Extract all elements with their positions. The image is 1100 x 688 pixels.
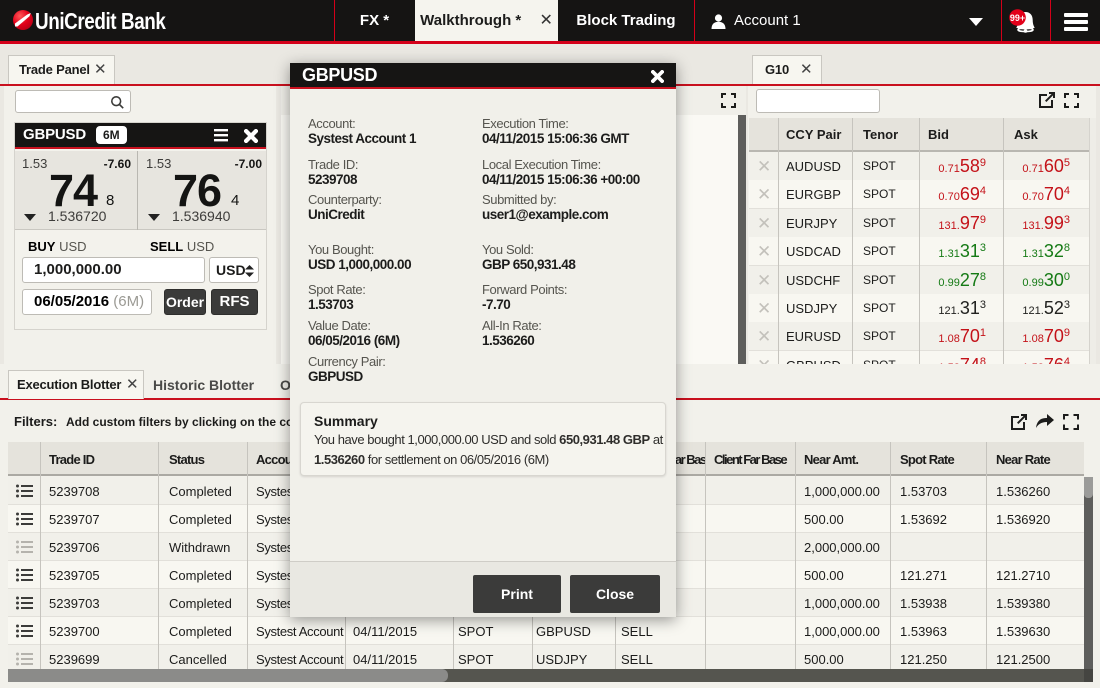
svg-text:99+: 99+ xyxy=(1010,13,1025,23)
